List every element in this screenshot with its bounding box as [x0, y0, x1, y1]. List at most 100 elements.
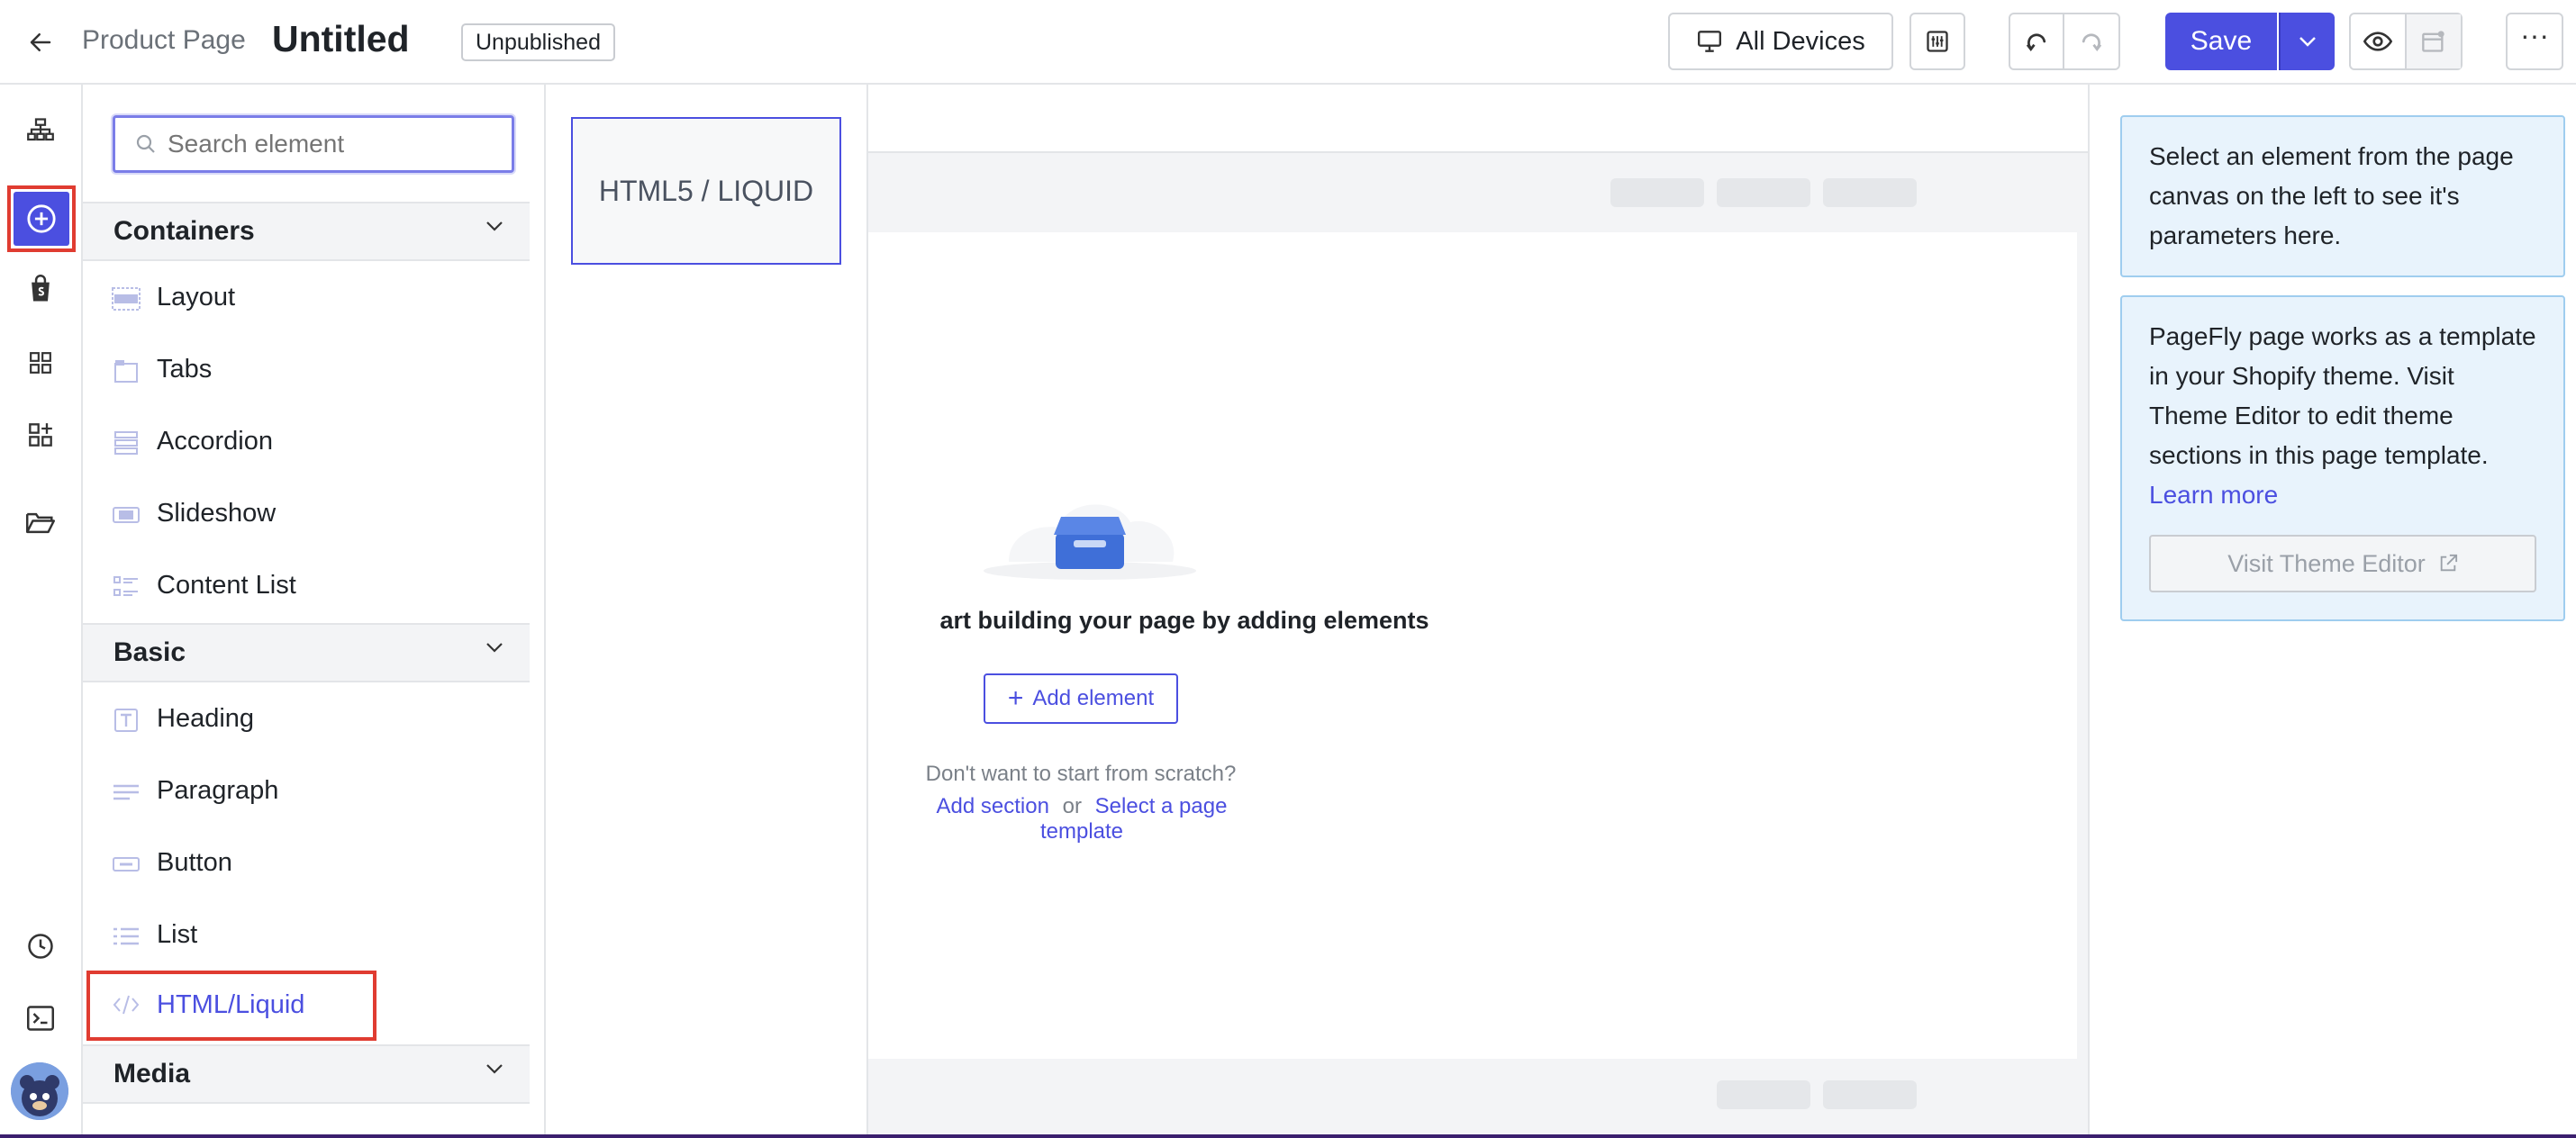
apps-add-icon[interactable] — [20, 414, 61, 456]
eye-icon[interactable] — [2351, 14, 2407, 68]
element-panel: Containers Layout Tabs Accordion Slidesh… — [83, 85, 546, 1138]
button-icon — [112, 852, 141, 877]
terminal-icon[interactable] — [20, 998, 61, 1039]
element-slideshow[interactable]: Slideshow — [83, 479, 530, 551]
history-clock-icon[interactable] — [20, 926, 61, 967]
element-accordion[interactable]: Accordion — [83, 407, 530, 479]
search-icon — [135, 133, 157, 155]
monitor-icon — [1696, 30, 1723, 53]
theme-info-box: PageFly page works as a template in your… — [2120, 295, 2565, 621]
drag-preview-label: HTML5 / LIQUID — [598, 174, 814, 207]
element-label: Heading — [157, 704, 255, 733]
section-basic[interactable]: Basic — [83, 623, 530, 682]
element-layout[interactable]: Layout — [83, 263, 530, 335]
element-label: Accordion — [157, 427, 273, 456]
back-arrow-icon[interactable] — [20, 22, 61, 63]
top-bar: Product Page Untitled Unpublished All De… — [0, 0, 2576, 85]
save-button[interactable]: Save — [2165, 13, 2277, 70]
section-media[interactable]: Media — [83, 1044, 530, 1104]
publish-icon[interactable] — [2407, 14, 2461, 68]
undo-redo-group — [2009, 13, 2120, 70]
add-element-button[interactable]: + Add element — [984, 673, 1178, 724]
sliders-icon — [1925, 29, 1950, 54]
element-html-liquid[interactable]: HTML/Liquid — [86, 971, 376, 1041]
heading-icon — [112, 708, 141, 733]
properties-panel: Select an element from the page canvas o… — [2088, 85, 2576, 1138]
grid-icon[interactable] — [20, 342, 61, 384]
placeholder-block — [1717, 178, 1810, 207]
visit-theme-editor-label: Visit Theme Editor — [2227, 550, 2426, 577]
folder-icon[interactable] — [20, 502, 61, 544]
layout-icon — [112, 286, 141, 312]
save-options-dropdown[interactable] — [2279, 13, 2335, 70]
preview-group — [2349, 13, 2463, 70]
placeholder-block — [1823, 1080, 1917, 1109]
empty-state-title: art building your page by adding element… — [939, 607, 1429, 634]
plus-circle-icon — [14, 192, 69, 246]
element-label: Slideshow — [157, 499, 277, 528]
sitemap-icon[interactable] — [20, 110, 61, 151]
element-heading[interactable]: Heading — [83, 684, 530, 756]
element-label: Content List — [157, 571, 296, 600]
placeholder-block — [1610, 178, 1704, 207]
add-section-link[interactable]: Add section — [937, 794, 1049, 818]
element-label: List — [157, 920, 198, 949]
page-canvas[interactable]: HTML5 / LIQUID art building your page by… — [546, 85, 2088, 1138]
more-options-button[interactable]: ··· — [2506, 13, 2563, 70]
select-element-info: Select an element from the page canvas o… — [2120, 115, 2565, 277]
slideshow-icon — [112, 502, 141, 528]
element-label: Paragraph — [157, 776, 279, 805]
breadcrumb[interactable]: Product Page — [82, 25, 246, 56]
canvas-header-strip — [868, 85, 2088, 153]
chevron-down-icon — [485, 641, 504, 658]
all-devices-label: All Devices — [1736, 26, 1865, 56]
element-label: Button — [157, 848, 232, 877]
chevron-down-icon — [485, 1062, 504, 1079]
section-title: Basic — [113, 637, 186, 667]
element-label: Tabs — [157, 355, 213, 384]
visit-theme-editor-button[interactable]: Visit Theme Editor — [2149, 535, 2536, 592]
avatar[interactable] — [11, 1062, 68, 1120]
scratch-text: Don't want to start from scratch? — [925, 762, 1237, 786]
more-horizontal-icon: ··· — [2520, 19, 2549, 51]
all-devices-button[interactable]: All Devices — [1668, 13, 1893, 70]
section-title: Containers — [113, 216, 255, 246]
element-label: HTML/Liquid — [157, 990, 305, 1019]
element-content-list[interactable]: Content List — [83, 551, 530, 623]
or-text: or — [1062, 794, 1082, 818]
section-title: Media — [113, 1059, 191, 1088]
element-list[interactable]: List — [83, 900, 530, 972]
info-text: PageFly page works as a template in your… — [2149, 322, 2536, 469]
list-icon — [112, 924, 141, 949]
external-link-icon — [2438, 554, 2458, 574]
bottom-edge — [0, 1134, 2576, 1138]
section-containers[interactable]: Containers — [83, 202, 530, 261]
empty-state-illustration — [973, 454, 1207, 580]
code-icon — [112, 992, 141, 1017]
content-list-icon — [112, 574, 141, 600]
shopify-bag-icon[interactable] — [20, 268, 61, 310]
settings-sliders-button[interactable] — [1909, 13, 1965, 70]
search-input[interactable] — [166, 129, 490, 159]
add-element-rail-button[interactable] — [7, 185, 76, 252]
chevron-down-icon — [2298, 35, 2317, 48]
alt-actions: Add section or Select a page template — [897, 794, 1266, 844]
search-box[interactable] — [113, 115, 514, 173]
chevron-down-icon — [485, 220, 504, 237]
redo-icon[interactable] — [2064, 14, 2118, 68]
element-tabs[interactable]: Tabs — [83, 335, 530, 407]
undo-icon[interactable] — [2010, 14, 2064, 68]
placeholder-block — [1717, 1080, 1810, 1109]
add-element-label: Add element — [1032, 686, 1155, 710]
plus-icon: + — [1007, 683, 1024, 713]
element-label: Layout — [157, 283, 236, 312]
page-title[interactable]: Untitled — [272, 18, 410, 60]
info-text: Select an element from the page canvas o… — [2149, 142, 2514, 249]
learn-more-link[interactable]: Learn more — [2149, 481, 2278, 509]
accordion-icon — [112, 430, 141, 456]
element-paragraph[interactable]: Paragraph — [83, 756, 530, 828]
drag-preview-html-liquid[interactable]: HTML5 / LIQUID — [571, 117, 841, 265]
tabs-icon — [112, 358, 141, 384]
page-frame-right — [2077, 153, 2088, 1138]
element-button[interactable]: Button — [83, 828, 530, 900]
